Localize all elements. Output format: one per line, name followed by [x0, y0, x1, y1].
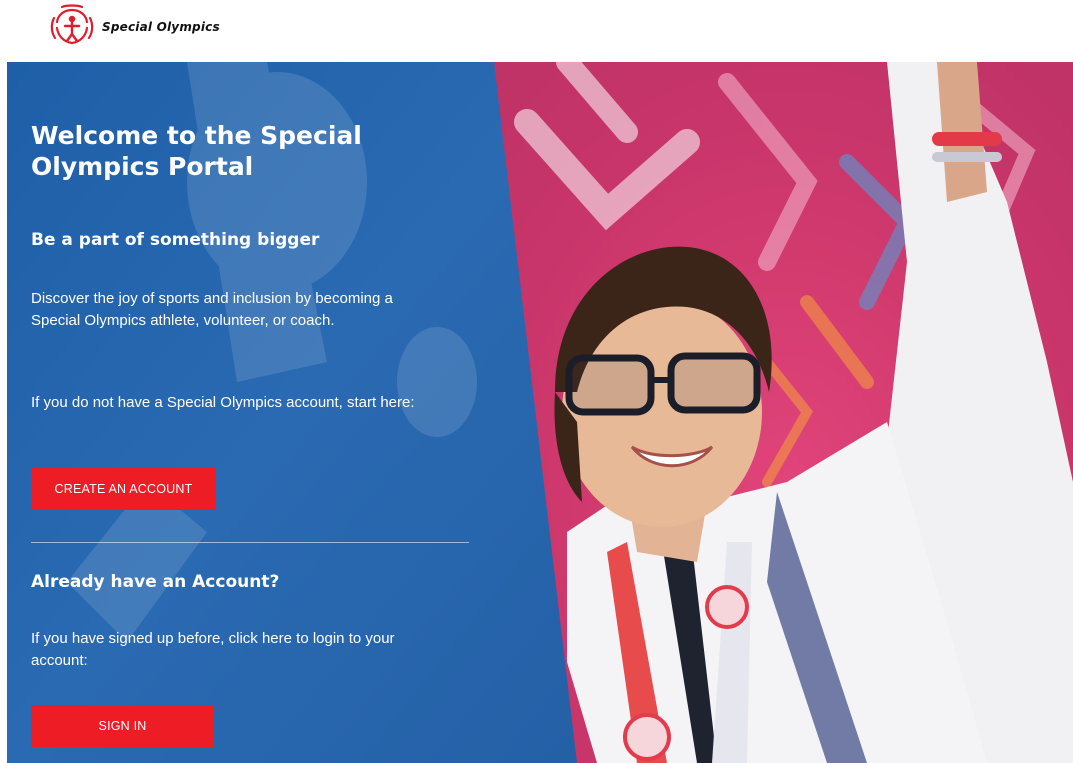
special-olympics-logo-icon — [50, 4, 94, 45]
sign-in-button[interactable]: SIGN IN — [31, 705, 214, 747]
page-title: Welcome to the Special Olympics Portal — [31, 121, 362, 181]
tagline-heading: Be a part of something bigger — [31, 230, 320, 250]
special-olympics-logo[interactable]: Special Olympics — [48, 4, 220, 50]
login-prompt: If you have signed up before, click here… — [31, 630, 395, 669]
intro-text: Discover the joy of sports and inclusion… — [31, 290, 393, 329]
logo-text: Special Olympics — [102, 20, 220, 34]
top-bar: Special Olympics — [0, 0, 1073, 62]
create-account-prompt: If you do not have a Special Olympics ac… — [31, 394, 415, 411]
login-heading: Already have an Account? — [31, 572, 280, 592]
welcome-panel: Welcome to the Special Olympics Portal B… — [31, 62, 501, 763]
hero-section: Welcome to the Special Olympics Portal B… — [7, 62, 1073, 763]
section-divider — [31, 542, 469, 543]
create-account-button[interactable]: CREATE AN ACCOUNT — [31, 468, 216, 510]
